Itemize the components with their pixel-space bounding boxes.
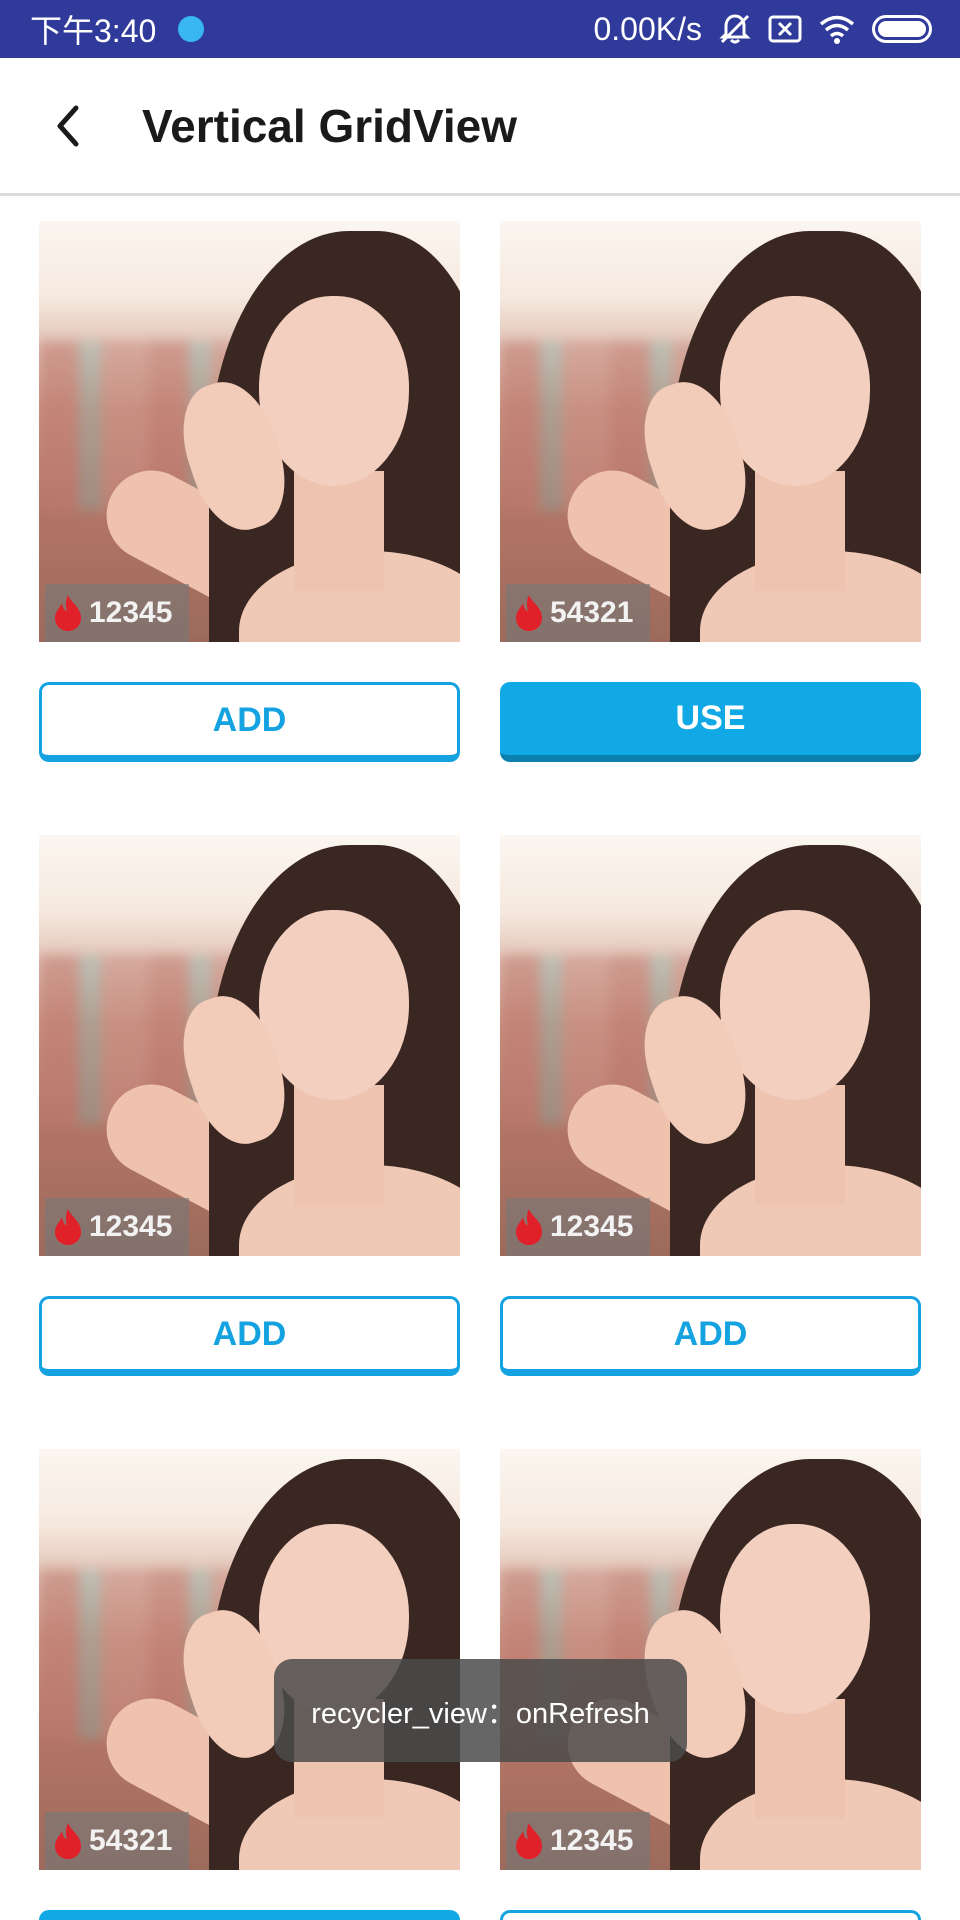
hot-count-badge: 12345	[45, 584, 189, 642]
wifi-icon	[818, 14, 856, 44]
hot-count-badge: 12345	[45, 1198, 189, 1256]
battery-icon	[872, 15, 932, 43]
app-bar: Vertical GridView	[0, 58, 960, 196]
page-title: Vertical GridView	[142, 99, 518, 152]
hot-count-badge: 12345	[506, 1812, 650, 1870]
status-left: 下午3:40	[30, 6, 205, 52]
grid-item[interactable]: 54321 USE	[500, 221, 921, 762]
hot-count: 12345	[89, 1210, 173, 1243]
add-button[interactable]	[500, 1910, 921, 1920]
grid-item[interactable]: 12345 ADD	[39, 221, 460, 762]
hot-count: 12345	[550, 1210, 634, 1243]
grid-item[interactable]: 12345 ADD	[39, 835, 460, 1376]
item-photo[interactable]: 12345	[500, 835, 921, 1256]
use-button[interactable]	[39, 1910, 460, 1920]
item-photo[interactable]: 54321	[500, 221, 921, 642]
hot-count-badge: 12345	[506, 1198, 650, 1256]
flame-icon	[55, 595, 81, 631]
item-photo[interactable]: 12345	[39, 221, 460, 642]
item-photo[interactable]: 12345	[39, 835, 460, 1256]
flame-icon	[516, 1209, 542, 1245]
use-button[interactable]: USE	[500, 682, 921, 762]
add-button[interactable]: ADD	[500, 1296, 921, 1376]
sim-off-icon	[768, 15, 802, 43]
flame-icon	[55, 1209, 81, 1245]
add-button[interactable]: ADD	[39, 682, 460, 762]
flame-icon	[516, 1823, 542, 1859]
hot-count: 54321	[550, 596, 634, 629]
network-speed: 0.00K/s	[593, 10, 702, 47]
mute-bell-icon	[718, 12, 752, 46]
hot-count: 12345	[89, 596, 173, 629]
hot-count-badge: 54321	[506, 584, 650, 642]
status-right: 0.00K/s	[593, 11, 932, 48]
back-button[interactable]	[28, 86, 108, 166]
grid-item[interactable]: 12345 ADD	[500, 835, 921, 1376]
add-button[interactable]: ADD	[39, 1296, 460, 1376]
hot-count: 54321	[89, 1824, 173, 1857]
flame-icon	[516, 595, 542, 631]
app-notification-dot-icon	[178, 16, 205, 42]
toast-message: recycler_view：onRefresh	[274, 1659, 687, 1762]
hot-count-badge: 54321	[45, 1812, 189, 1870]
status-bar: 下午3:40 0.00K/s	[0, 0, 960, 58]
status-time: 下午3:40	[30, 13, 157, 49]
hot-count: 12345	[550, 1824, 634, 1857]
flame-icon	[55, 1823, 81, 1859]
chevron-left-icon	[57, 105, 79, 146]
